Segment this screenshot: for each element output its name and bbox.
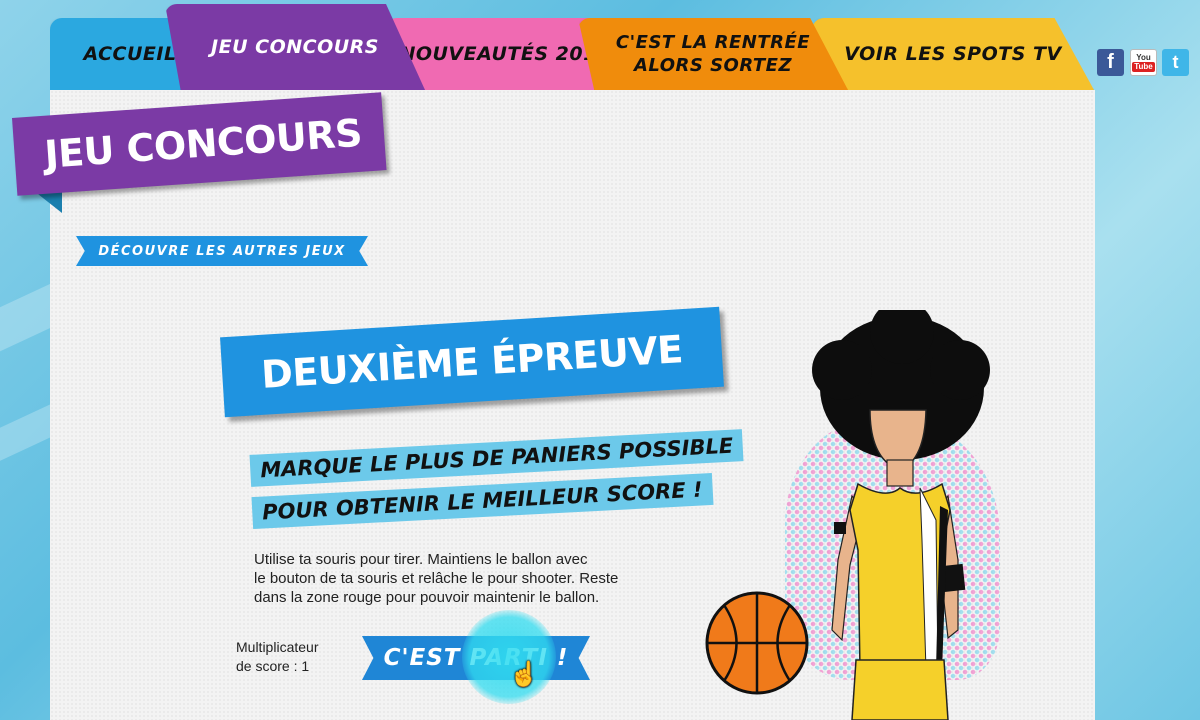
- tab-label-line2: ALORS SORTEZ: [633, 55, 793, 76]
- basketball-icon: [705, 591, 809, 695]
- game-rules: Utilise ta souris pour tirer. Maintiens …: [254, 550, 734, 607]
- rules-line: le bouton de ta souris et relâche le pou…: [254, 570, 619, 587]
- multiplier-value: de score : 1: [236, 658, 310, 674]
- page-title-banner: JEU CONCOURS: [12, 92, 387, 228]
- basketball-player-illustration: [812, 310, 990, 720]
- hand-cursor-icon: ☝: [509, 661, 539, 688]
- rules-line: dans la zone rouge pour pouvoir mainteni…: [254, 589, 600, 606]
- click-highlight: [462, 610, 556, 704]
- score-multiplier: Multiplicateur de score : 1: [236, 638, 356, 676]
- tab-label-line1: C'EST LA RENTRÉE: [615, 32, 811, 53]
- discover-other-games-link[interactable]: DÉCOUVRE LES AUTRES JEUX: [76, 236, 368, 266]
- twitter-icon[interactable]: t: [1162, 49, 1189, 76]
- tab-cest-la-rentree[interactable]: C'EST LA RENTRÉE ALORS SORTEZ: [578, 18, 848, 90]
- youtube-icon[interactable]: You Tube: [1130, 49, 1157, 76]
- facebook-icon[interactable]: f: [1097, 49, 1124, 76]
- tab-jeu-concours[interactable]: JEU CONCOURS: [165, 4, 425, 90]
- multiplier-label: Multiplicateur: [236, 639, 319, 655]
- rules-line: Utilise ta souris pour tirer. Maintiens …: [254, 551, 588, 568]
- yellow-shorts: [851, 659, 949, 720]
- tab-voir-les-spots-tv[interactable]: VOIR LES SPOTS TV: [812, 18, 1094, 90]
